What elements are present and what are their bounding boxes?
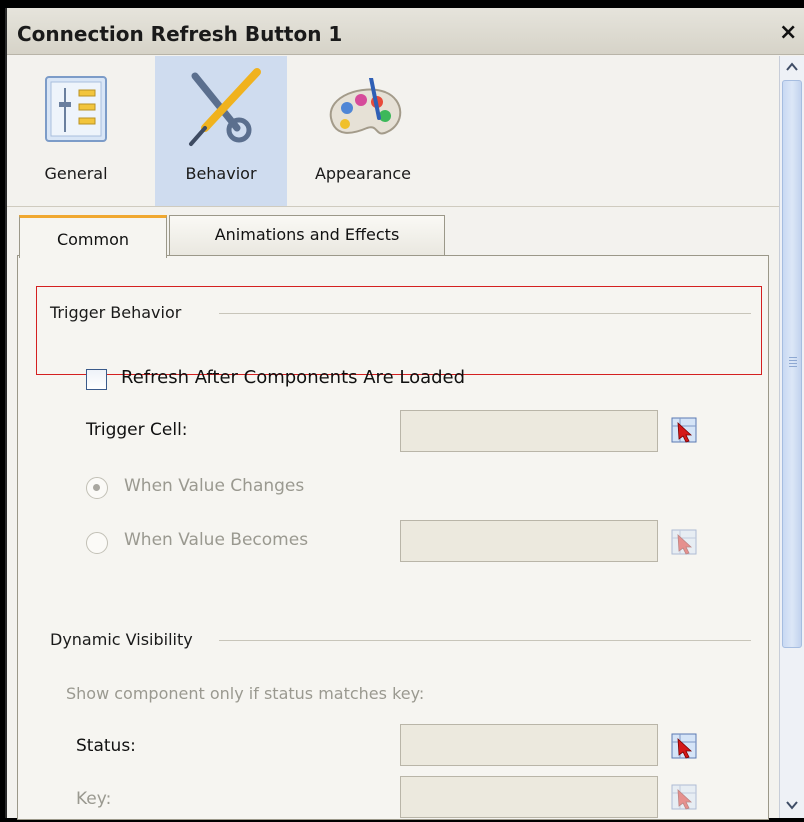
tab-animations-and-effects[interactable]: Animations and Effects (169, 215, 445, 257)
toolbar-behavior-label: Behavior (185, 164, 257, 183)
paint-palette-icon (329, 78, 402, 135)
toolbar-appearance-label: Appearance (314, 164, 412, 183)
scroll-thumb[interactable] (782, 80, 802, 648)
group-label-dynamic-visibility: Dynamic Visibility (50, 630, 193, 649)
when-value-becomes-field[interactable] (400, 520, 658, 562)
toolbar-general-button[interactable]: General (7, 56, 145, 206)
toolbar-behavior-button[interactable]: Behavior (155, 56, 287, 206)
status-field[interactable] (400, 724, 658, 766)
when-value-becomes-radio[interactable] (86, 532, 108, 554)
refresh-after-load-checkbox[interactable] (86, 369, 107, 390)
when-value-changes-label: When Value Changes (124, 476, 305, 496)
toolbar-general-label: General (44, 164, 108, 183)
key-field[interactable] (400, 776, 658, 818)
scroll-up-button[interactable] (780, 56, 804, 78)
tab-common[interactable]: Common (19, 215, 167, 258)
when-value-changes-radio[interactable] (86, 477, 108, 499)
group-divider (219, 640, 751, 641)
general-properties-icon (45, 76, 107, 142)
scroll-down-button[interactable] (780, 794, 804, 816)
toolbar-appearance-button[interactable]: Appearance (289, 56, 437, 206)
when-value-becomes-label: When Value Becomes (124, 530, 309, 550)
chevron-up-icon (786, 62, 798, 71)
visibility-hint: Show component only if status matches ke… (66, 684, 425, 703)
trigger-cell-label: Trigger Cell: (86, 420, 188, 440)
properties-panel: Connection Refresh Button 1 × General Be… (5, 8, 804, 820)
category-toolbar: General Behavior Appearance (7, 56, 779, 206)
close-icon[interactable]: × (779, 20, 797, 45)
cell-selector-icon[interactable] (671, 733, 697, 759)
trigger-cell-field[interactable] (400, 410, 658, 452)
vertical-scrollbar[interactable] (779, 56, 804, 818)
cell-selector-icon[interactable] (671, 417, 697, 443)
panel-title: Connection Refresh Button 1 (17, 22, 343, 46)
cell-selector-icon[interactable] (671, 529, 697, 555)
key-label: Key: (76, 789, 112, 809)
screenshot-frame: Connection Refresh Button 1 × General Be… (0, 0, 804, 822)
refresh-after-load-label: Refresh After Components Are Loaded (121, 367, 466, 388)
tools-wrench-screwdriver-icon (189, 68, 261, 146)
title-bar: Connection Refresh Button 1 × (7, 8, 804, 55)
tab-strip: Common Animations and Effects (7, 206, 779, 258)
chevron-down-icon (786, 801, 798, 810)
cell-selector-icon[interactable] (671, 784, 697, 810)
highlight-box (36, 286, 762, 375)
status-label: Status: (76, 736, 136, 756)
